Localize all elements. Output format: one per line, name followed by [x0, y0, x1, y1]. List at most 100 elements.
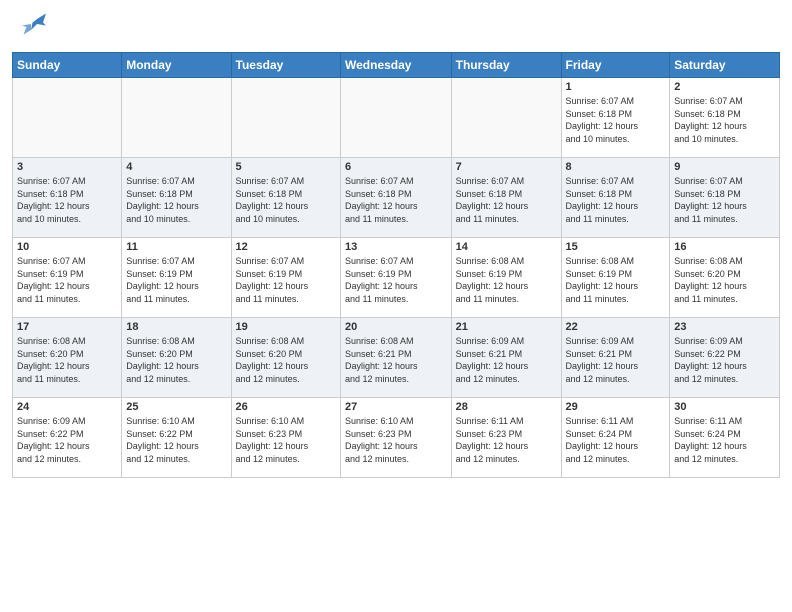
day-info: Sunrise: 6:07 AM Sunset: 6:18 PM Dayligh… — [456, 175, 557, 225]
calendar-cell: 15Sunrise: 6:08 AM Sunset: 6:19 PM Dayli… — [561, 238, 670, 318]
day-number: 9 — [674, 161, 775, 173]
calendar-cell — [341, 78, 452, 158]
day-number: 2 — [674, 81, 775, 93]
calendar-cell: 5 Sunrise: 6:07 AM Sunset: 6:18 PM Daylig… — [231, 158, 340, 238]
day-number: 29 — [566, 401, 666, 413]
day-info: Sunrise: 6:08 AM Sunset: 6:21 PM Dayligh… — [345, 335, 447, 385]
day-info: Sunrise: 6:08 AM Sunset: 6:20 PM Dayligh… — [126, 335, 226, 385]
day-number: 13 — [345, 241, 447, 253]
calendar-cell: 22 Sunrise: 6:09 AM Sunset: 6:21 PM Dayli… — [561, 318, 670, 398]
calendar-cell — [122, 78, 231, 158]
day-info: Sunrise: 6:07 AM Sunset: 6:19 PM Dayligh… — [236, 255, 336, 305]
day-number: 23 — [674, 321, 775, 333]
day-number: 7 — [456, 161, 557, 173]
day-number: 12 — [236, 241, 336, 253]
day-number: 16 — [674, 241, 775, 253]
calendar-cell: 24 Sunrise: 6:09 AM Sunset: 6:22 PM Dayli… — [13, 398, 122, 478]
day-number: 26 — [236, 401, 336, 413]
day-info: Sunrise: 6:07 AM Sunset: 6:18 PM Dayligh… — [674, 175, 775, 225]
day-info: Sunrise: 6:09 AM Sunset: 6:21 PM Dayligh… — [566, 335, 666, 385]
day-info: Sunrise: 6:10 AM Sunset: 6:22 PM Dayligh… — [126, 415, 226, 465]
calendar-cell: 25 Sunrise: 6:10 AM Sunset: 6:22 PM Dayli… — [122, 398, 231, 478]
day-number: 30 — [674, 401, 775, 413]
day-number: 25 — [126, 401, 226, 413]
calendar-week-row: 24 Sunrise: 6:09 AM Sunset: 6:22 PM Dayli… — [13, 398, 780, 478]
logo — [12, 12, 46, 42]
calendar-cell: 16 Sunrise: 6:08 AM Sunset: 6:20 PM Dayli… — [670, 238, 780, 318]
day-number: 22 — [566, 321, 666, 333]
day-number: 4 — [126, 161, 226, 173]
day-number: 14 — [456, 241, 557, 253]
day-info: Sunrise: 6:08 AM Sunset: 6:20 PM Dayligh… — [236, 335, 336, 385]
calendar-cell: 12 Sunrise: 6:07 AM Sunset: 6:19 PM Dayli… — [231, 238, 340, 318]
calendar-cell: 18 Sunrise: 6:08 AM Sunset: 6:20 PM Dayli… — [122, 318, 231, 398]
day-number: 8 — [566, 161, 666, 173]
day-number: 1 — [566, 81, 666, 93]
calendar-cell: 1 Sunrise: 6:07 AM Sunset: 6:18 PM Daylig… — [561, 78, 670, 158]
day-info: Sunrise: 6:07 AM Sunset: 6:19 PM Dayligh… — [345, 255, 447, 305]
calendar-cell: 29 Sunrise: 6:11 AM Sunset: 6:24 PM Dayli… — [561, 398, 670, 478]
calendar-cell: 3 Sunrise: 6:07 AM Sunset: 6:18 PM Daylig… — [13, 158, 122, 238]
calendar-header-thursday: Thursday — [451, 53, 561, 78]
day-number: 3 — [17, 161, 117, 173]
calendar-cell: 21 Sunrise: 6:09 AM Sunset: 6:21 PM Dayli… — [451, 318, 561, 398]
calendar-cell: 30Sunrise: 6:11 AM Sunset: 6:24 PM Dayli… — [670, 398, 780, 478]
calendar-cell: 10Sunrise: 6:07 AM Sunset: 6:19 PM Dayli… — [13, 238, 122, 318]
calendar-cell: 23Sunrise: 6:09 AM Sunset: 6:22 PM Dayli… — [670, 318, 780, 398]
calendar-cell: 28 Sunrise: 6:11 AM Sunset: 6:23 PM Dayli… — [451, 398, 561, 478]
day-info: Sunrise: 6:07 AM Sunset: 6:18 PM Dayligh… — [345, 175, 447, 225]
day-number: 20 — [345, 321, 447, 333]
calendar-header-tuesday: Tuesday — [231, 53, 340, 78]
day-number: 17 — [17, 321, 117, 333]
calendar-cell — [13, 78, 122, 158]
calendar-week-row: 17 Sunrise: 6:08 AM Sunset: 6:20 PM Dayli… — [13, 318, 780, 398]
calendar-week-row: 10Sunrise: 6:07 AM Sunset: 6:19 PM Dayli… — [13, 238, 780, 318]
calendar-cell: 8 Sunrise: 6:07 AM Sunset: 6:18 PM Daylig… — [561, 158, 670, 238]
calendar-cell — [451, 78, 561, 158]
day-number: 19 — [236, 321, 336, 333]
calendar-cell: 2Sunrise: 6:07 AM Sunset: 6:18 PM Daylig… — [670, 78, 780, 158]
day-number: 21 — [456, 321, 557, 333]
day-info: Sunrise: 6:07 AM Sunset: 6:18 PM Dayligh… — [566, 95, 666, 145]
day-info: Sunrise: 6:08 AM Sunset: 6:20 PM Dayligh… — [17, 335, 117, 385]
logo-icon — [16, 12, 46, 42]
calendar-cell: 27 Sunrise: 6:10 AM Sunset: 6:23 PM Dayli… — [341, 398, 452, 478]
calendar-cell: 4 Sunrise: 6:07 AM Sunset: 6:18 PM Daylig… — [122, 158, 231, 238]
day-info: Sunrise: 6:11 AM Sunset: 6:23 PM Dayligh… — [456, 415, 557, 465]
calendar-cell: 26 Sunrise: 6:10 AM Sunset: 6:23 PM Dayli… — [231, 398, 340, 478]
calendar-header-monday: Monday — [122, 53, 231, 78]
calendar-week-row: 3 Sunrise: 6:07 AM Sunset: 6:18 PM Daylig… — [13, 158, 780, 238]
calendar-cell — [231, 78, 340, 158]
day-info: Sunrise: 6:07 AM Sunset: 6:19 PM Dayligh… — [17, 255, 117, 305]
day-info: Sunrise: 6:07 AM Sunset: 6:18 PM Dayligh… — [17, 175, 117, 225]
day-info: Sunrise: 6:10 AM Sunset: 6:23 PM Dayligh… — [236, 415, 336, 465]
calendar-cell: 13 Sunrise: 6:07 AM Sunset: 6:19 PM Dayli… — [341, 238, 452, 318]
calendar-cell: 7 Sunrise: 6:07 AM Sunset: 6:18 PM Daylig… — [451, 158, 561, 238]
day-info: Sunrise: 6:08 AM Sunset: 6:19 PM Dayligh… — [456, 255, 557, 305]
day-info: Sunrise: 6:09 AM Sunset: 6:21 PM Dayligh… — [456, 335, 557, 385]
page-header — [12, 12, 780, 42]
day-number: 6 — [345, 161, 447, 173]
calendar-cell: 19 Sunrise: 6:08 AM Sunset: 6:20 PM Dayli… — [231, 318, 340, 398]
day-info: Sunrise: 6:07 AM Sunset: 6:18 PM Dayligh… — [236, 175, 336, 225]
calendar-header-wednesday: Wednesday — [341, 53, 452, 78]
day-info: Sunrise: 6:10 AM Sunset: 6:23 PM Dayligh… — [345, 415, 447, 465]
day-number: 5 — [236, 161, 336, 173]
day-number: 27 — [345, 401, 447, 413]
calendar-table: SundayMondayTuesdayWednesdayThursdayFrid… — [12, 52, 780, 478]
day-info: Sunrise: 6:08 AM Sunset: 6:20 PM Dayligh… — [674, 255, 775, 305]
day-info: Sunrise: 6:07 AM Sunset: 6:18 PM Dayligh… — [566, 175, 666, 225]
day-number: 28 — [456, 401, 557, 413]
calendar-cell: 6 Sunrise: 6:07 AM Sunset: 6:18 PM Daylig… — [341, 158, 452, 238]
calendar-header-row: SundayMondayTuesdayWednesdayThursdayFrid… — [13, 53, 780, 78]
calendar-header-friday: Friday — [561, 53, 670, 78]
day-number: 24 — [17, 401, 117, 413]
day-info: Sunrise: 6:09 AM Sunset: 6:22 PM Dayligh… — [17, 415, 117, 465]
day-number: 18 — [126, 321, 226, 333]
calendar-cell: 14 Sunrise: 6:08 AM Sunset: 6:19 PM Dayli… — [451, 238, 561, 318]
day-info: Sunrise: 6:11 AM Sunset: 6:24 PM Dayligh… — [566, 415, 666, 465]
calendar-cell: 20 Sunrise: 6:08 AM Sunset: 6:21 PM Dayli… — [341, 318, 452, 398]
day-info: Sunrise: 6:07 AM Sunset: 6:18 PM Dayligh… — [126, 175, 226, 225]
calendar-header-sunday: Sunday — [13, 53, 122, 78]
day-number: 15 — [566, 241, 666, 253]
